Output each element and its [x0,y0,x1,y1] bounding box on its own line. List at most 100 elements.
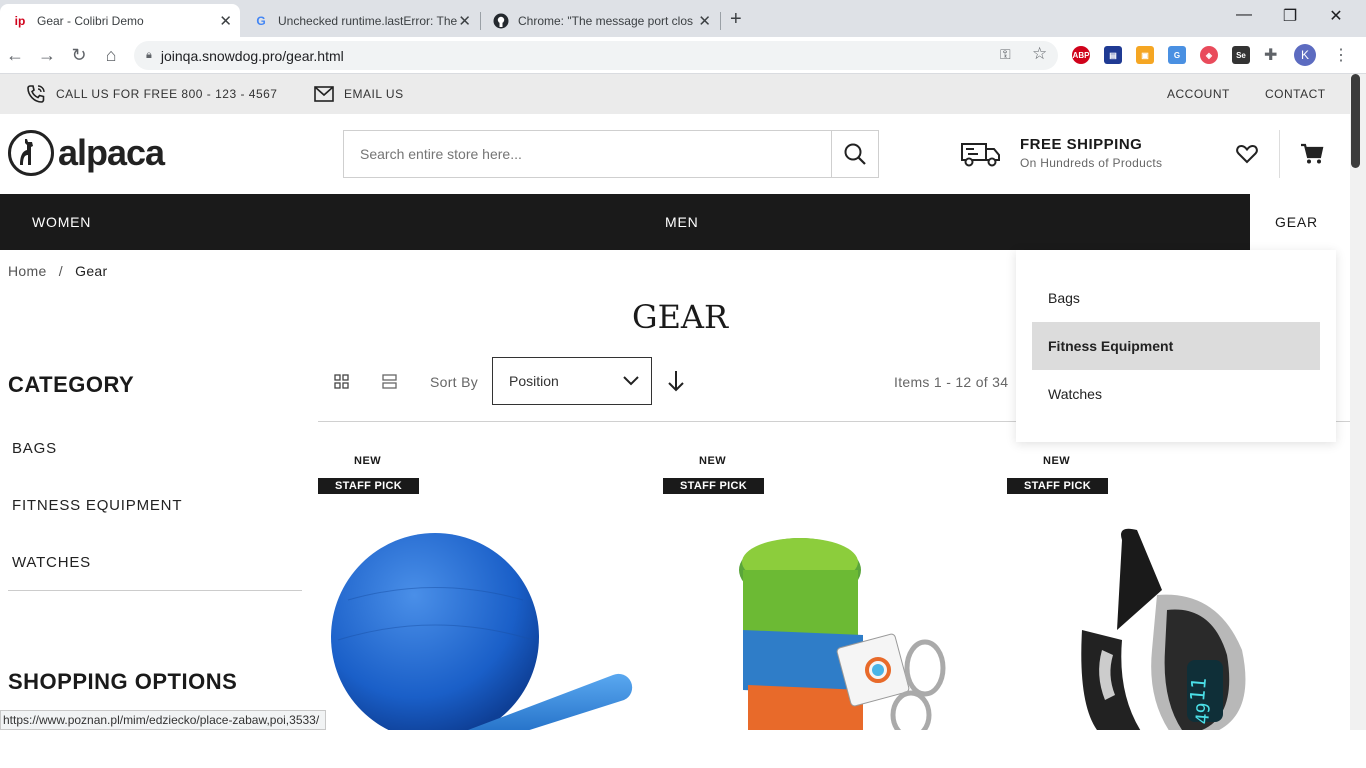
search-button[interactable] [831,131,878,177]
category-bags[interactable]: BAGS [12,440,57,457]
wishlist-button[interactable] [1236,144,1258,169]
lock-icon: 🔒︎ [146,49,152,61]
adblock-extension-icon[interactable]: ABP [1072,46,1090,64]
window-bottom-area [0,730,1366,768]
selenium-extension-icon[interactable]: Se [1232,46,1250,64]
category-heading: CATEGORY [8,372,135,397]
shipping-title: FREE SHIPPING [1020,136,1143,153]
badge-staff-pick: STAFF PICK [318,478,419,494]
restore-icon[interactable]: ❐ [1267,6,1313,26]
main-navigation: WOMEN MEN GEAR [0,194,1350,250]
free-shipping-promo: FREE SHIPPING On Hundreds of Products [960,136,1162,170]
shield-extension-icon[interactable]: ◈ [1200,46,1218,64]
close-tab-icon[interactable]: ✕ [458,12,471,30]
tab-title: Gear - Colibri Demo [37,13,144,28]
contact-link[interactable]: CONTACT [1265,87,1326,101]
key-icon[interactable]: ⚿ [1000,46,1011,63]
ip-favicon-icon: ip [14,13,26,28]
svg-text:11: 11 [1185,676,1211,702]
bookmark-star-icon[interactable]: ☆ [1032,44,1047,64]
email-text: EMAIL US [344,87,404,101]
list-view-button[interactable] [382,374,397,394]
delivery-truck-icon [961,143,1000,167]
nav-women[interactable]: WOMEN [32,214,91,230]
page-scrollbar[interactable] [1350,74,1366,730]
screenshot-extension-icon[interactable]: ▣ [1136,46,1154,64]
product-image-fitness-ball[interactable] [318,500,638,730]
forward-arrow-icon[interactable]: → [35,45,59,66]
list-view-icon [382,374,397,389]
github-favicon-icon [493,13,509,29]
tab-unchecked-runtime[interactable]: G Unchecked runtime.lastError: The ✕ [241,4,479,37]
cart-button[interactable] [1300,143,1324,170]
breadcrumb-separator: / [58,263,63,279]
home-icon[interactable]: ⌂ [99,45,123,66]
arrow-down-icon [668,371,684,392]
shopping-options-heading[interactable]: SHOPPING OPTIONS [8,669,237,695]
svg-text:49: 49 [1192,702,1215,725]
browser-tab-strip: ip Gear - Colibri Demo ✕ G Unchecked run… [0,0,1366,37]
profile-avatar[interactable]: K [1294,44,1316,66]
gear-dropdown-menu: Bags Fitness Equipment Watches [1016,250,1336,442]
close-window-icon[interactable]: ✕ [1313,6,1359,26]
cart-icon [1301,143,1324,164]
badge-new: NEW [354,455,382,467]
product-image-sport-watch[interactable]: 11 49 [1007,500,1327,730]
status-bar-url: https://www.poznan.pl/mim/edziecko/place… [0,710,327,730]
phone-icon [27,85,45,103]
scrollbar-thumb[interactable] [1351,74,1360,168]
shipping-subtitle: On Hundreds of Products [1020,156,1163,170]
address-bar[interactable]: 🔒︎ joinqa.snowdog.pro/gear.html [134,41,1058,70]
grid-view-button[interactable] [334,374,349,394]
tab-title: Chrome: "The message port clos [518,13,693,28]
minimize-icon[interactable]: — [1221,6,1267,24]
tab-gear-colibri[interactable]: ip Gear - Colibri Demo ✕ [0,4,240,37]
badge-new: NEW [1043,455,1071,467]
tab-title: Unchecked runtime.lastError: The [278,13,458,28]
category-fitness-equipment[interactable]: FITNESS EQUIPMENT [12,497,182,514]
sort-select-value: Position [509,373,559,389]
site-header: alpaca FREE SHIPPING On Hundreds of Prod… [0,114,1350,194]
badge-staff-pick: STAFF PICK [1007,478,1108,494]
dropdown-item-watches[interactable]: Watches [1032,370,1320,418]
search-input[interactable] [344,131,831,177]
dropdown-item-fitness-equipment[interactable]: Fitness Equipment [1032,322,1320,370]
nav-gear-active[interactable]: GEAR [1250,194,1350,250]
nav-gear: GEAR [1275,214,1318,230]
new-tab-plus-icon[interactable]: + [730,8,742,31]
extensions-puzzle-icon[interactable]: ✚ [1264,45,1277,65]
search-icon [844,143,866,165]
breadcrumb-current: Gear [75,263,108,279]
grid-view-icon [334,374,349,389]
sort-direction-button[interactable] [667,370,685,397]
heart-icon [1236,144,1258,164]
dropdown-item-bags[interactable]: Bags [1032,274,1320,322]
translate-extension-icon[interactable]: G [1168,46,1186,64]
account-link[interactable]: ACCOUNT [1167,87,1230,101]
category-watches[interactable]: WATCHES [12,554,91,571]
chevron-down-icon [623,376,639,386]
nav-men[interactable]: MEN [665,214,699,230]
sort-select[interactable]: Position [492,357,652,405]
alpaca-logo[interactable]: alpaca [8,130,165,176]
close-tab-icon[interactable]: ✕ [698,12,711,30]
page-title: GEAR [632,298,729,336]
back-arrow-icon[interactable]: ← [3,45,27,66]
close-tab-icon[interactable]: ✕ [219,12,232,30]
phone-link[interactable]: CALL US FOR FREE 800 - 123 - 4567 [26,84,277,104]
product-image-yoga-strap[interactable] [663,500,983,730]
breadcrumb-home[interactable]: Home [8,263,47,279]
menu-kebab-icon[interactable]: ⋮ [1333,45,1349,65]
tab-separator [720,12,721,30]
sidebar-divider [8,590,302,591]
google-favicon-icon: G [256,13,266,28]
extension-icon[interactable]: ▤ [1104,46,1122,64]
site-top-bar: CALL US FOR FREE 800 - 123 - 4567 EMAIL … [0,74,1350,114]
tab-chrome-message-port[interactable]: Chrome: "The message port clos ✕ [481,4,719,37]
logo-text: alpaca [58,132,165,173]
reload-icon[interactable]: ↻ [67,45,91,66]
sort-by-label: Sort By [430,374,479,390]
alpaca-logo-icon [8,130,54,176]
email-link[interactable]: EMAIL US [314,86,404,102]
url-text: joinqa.snowdog.pro/gear.html [160,47,344,64]
